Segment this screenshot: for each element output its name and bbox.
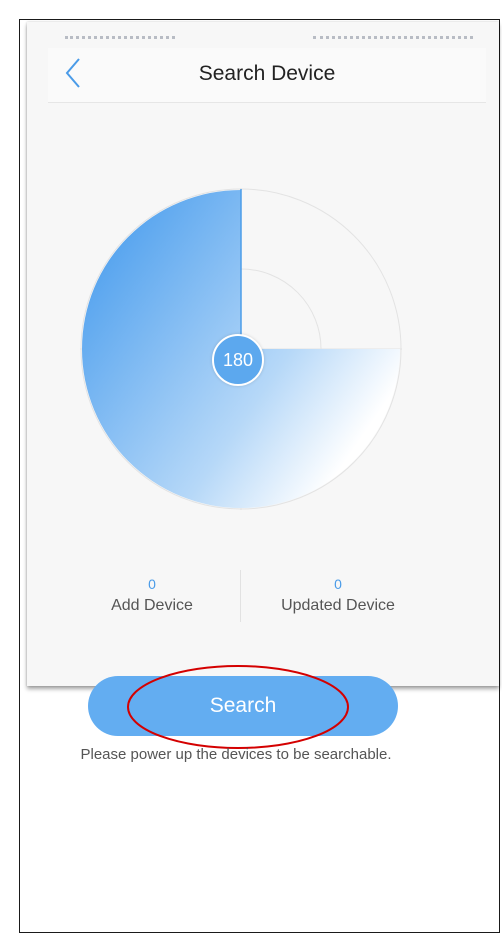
updated-device-label: Updated Device [281,597,395,614]
page-title: Search Device [198,62,336,85]
stats-divider [240,570,241,622]
add-device-label: Add Device [111,597,193,614]
device-count-badge: 180 [212,334,264,386]
search-button[interactable]: Search [88,676,398,736]
updated-device-count: 0 [334,576,342,592]
status-bar-left-icons [65,36,175,43]
status-bar [27,22,499,46]
add-device-count: 0 [148,576,156,592]
add-device-stat: 0 Add Device [62,575,242,615]
updated-device-stat: 0 Updated Device [248,575,428,615]
status-bar-right-icons [313,36,473,43]
search-hint-text: Please power up the devices to be search… [80,746,392,763]
navigation-bar: Search Device [48,48,486,103]
